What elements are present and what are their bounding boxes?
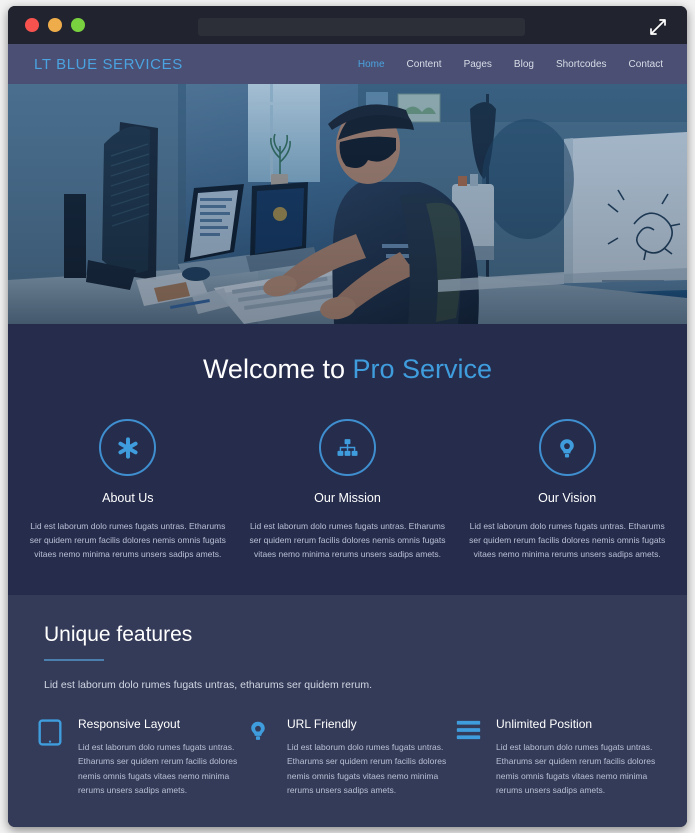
nav-item-blog[interactable]: Blog bbox=[514, 59, 534, 70]
site-logo[interactable]: LT BLUE SERVICES bbox=[34, 56, 183, 73]
feature-url-friendly: URL Friendly Lid est laborum dolo rumes … bbox=[247, 717, 448, 798]
nav-item-pages[interactable]: Pages bbox=[464, 59, 492, 70]
features-header: Unique features Lid est laborum dolo rum… bbox=[8, 623, 687, 691]
feature-body: URL Friendly Lid est laborum dolo rumes … bbox=[287, 717, 448, 798]
welcome-section: Welcome to Pro Service About Us Lid est … bbox=[8, 324, 687, 596]
asterisk-icon bbox=[99, 419, 157, 476]
feature-title: Responsive Layout bbox=[78, 717, 181, 732]
feature-body: Responsive Layout Lid est laborum dolo r… bbox=[78, 717, 239, 798]
browser-titlebar bbox=[8, 6, 687, 44]
features-heading: Unique features bbox=[44, 623, 193, 647]
heading-underline bbox=[44, 659, 104, 662]
expand-arrows-icon[interactable] bbox=[647, 16, 669, 38]
features-section: Unique features Lid est laborum dolo rum… bbox=[8, 595, 687, 827]
feature-unlimited-position: Unlimited Position Lid est laborum dolo … bbox=[456, 717, 657, 798]
feature-text: Lid est laborum dolo rumes fugats untras… bbox=[496, 742, 656, 796]
feature-body: Unlimited Position Lid est laborum dolo … bbox=[496, 717, 657, 798]
window-controls bbox=[25, 18, 85, 32]
welcome-title-accent: Pro Service bbox=[352, 354, 493, 384]
maximize-button[interactable] bbox=[71, 18, 85, 32]
hero-image bbox=[8, 84, 687, 324]
feature-title: Unlimited Position bbox=[496, 717, 593, 732]
welcome-column-title: Our Vision bbox=[538, 491, 597, 505]
welcome-column-our-vision: Our Vision Lid est laborum dolo rumes fu… bbox=[457, 419, 677, 561]
address-input[interactable] bbox=[198, 18, 525, 36]
close-button[interactable] bbox=[25, 18, 39, 32]
bars-icon bbox=[456, 717, 486, 798]
minimize-button[interactable] bbox=[48, 18, 62, 32]
features-subheading: Lid est laborum dolo rumes fugats untras… bbox=[44, 679, 372, 692]
browser-window: LT BLUE SERVICES Home Content Pages Blog… bbox=[8, 6, 687, 827]
lightbulb-icon bbox=[538, 419, 596, 476]
welcome-column-about-us: About Us Lid est laborum dolo rumes fuga… bbox=[18, 419, 238, 561]
tablet-icon bbox=[38, 717, 68, 798]
welcome-title: Welcome to Pro Service bbox=[8, 354, 687, 385]
welcome-columns: About Us Lid est laborum dolo rumes fuga… bbox=[8, 419, 687, 561]
features-row: Responsive Layout Lid est laborum dolo r… bbox=[8, 717, 687, 798]
welcome-column-text: Lid est laborum dolo rumes fugats untras… bbox=[29, 521, 226, 560]
lightbulb-icon bbox=[247, 717, 277, 798]
main-navigation: Home Content Pages Blog Shortcodes Conta… bbox=[358, 59, 663, 70]
nav-item-shortcodes[interactable]: Shortcodes bbox=[556, 59, 607, 70]
welcome-column-title: Our Mission bbox=[314, 491, 381, 505]
welcome-title-plain: Welcome to bbox=[202, 354, 353, 384]
nav-item-contact[interactable]: Contact bbox=[629, 59, 663, 70]
sitemap-icon bbox=[319, 419, 376, 476]
nav-item-home[interactable]: Home bbox=[358, 59, 385, 70]
welcome-column-title: About Us bbox=[102, 491, 154, 505]
feature-responsive-layout: Responsive Layout Lid est laborum dolo r… bbox=[38, 717, 239, 798]
feature-title: URL Friendly bbox=[287, 717, 357, 732]
welcome-column-text: Lid est laborum dolo rumes fugats untras… bbox=[249, 521, 446, 560]
feature-text: Lid est laborum dolo rumes fugats untras… bbox=[78, 742, 238, 796]
welcome-column-text: Lid est laborum dolo rumes fugats untras… bbox=[469, 521, 666, 560]
nav-item-content[interactable]: Content bbox=[407, 59, 442, 70]
site-header: LT BLUE SERVICES Home Content Pages Blog… bbox=[8, 44, 687, 84]
welcome-column-our-mission: Our Mission Lid est laborum dolo rumes f… bbox=[238, 419, 458, 561]
feature-text: Lid est laborum dolo rumes fugats untras… bbox=[287, 742, 447, 796]
